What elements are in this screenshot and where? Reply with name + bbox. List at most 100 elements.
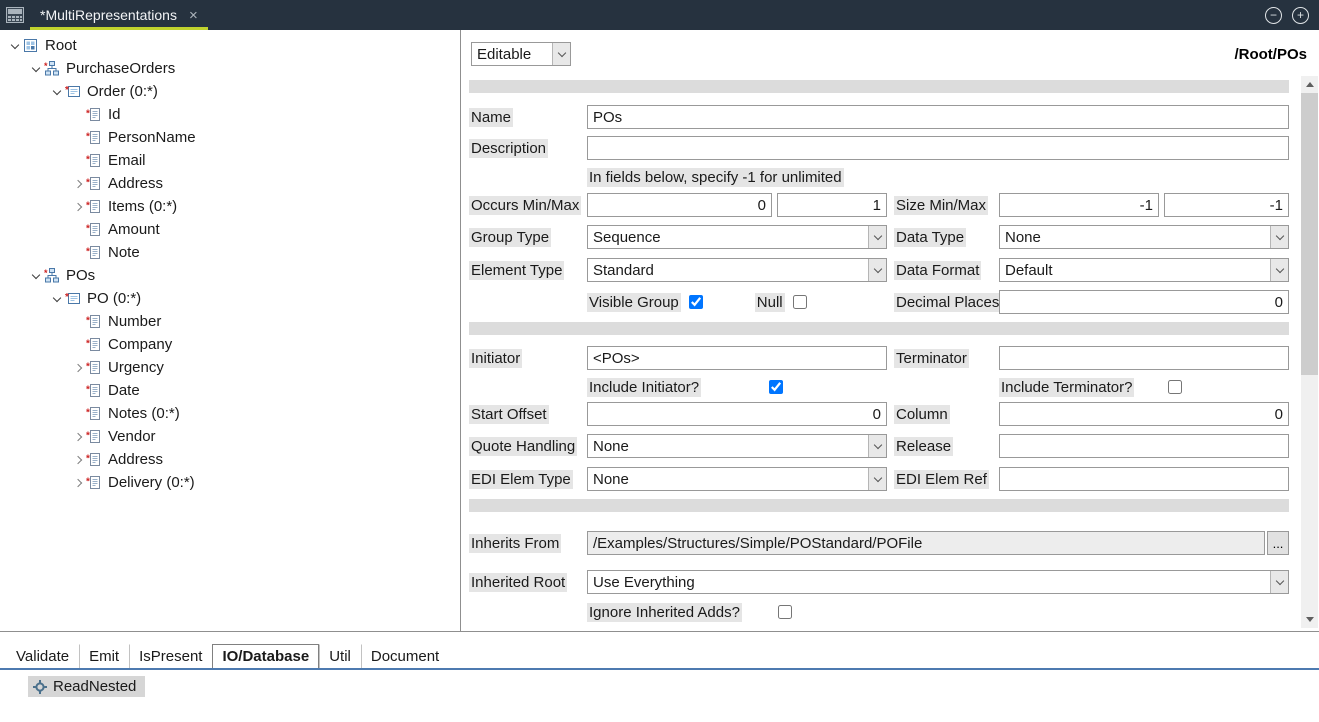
tree-item-number[interactable]: *Number [0,310,460,333]
field-node-icon: * [86,199,103,214]
tab-validate[interactable]: Validate [6,644,79,668]
chevron-down-icon [868,435,886,457]
data-format-select[interactable]: Default [999,258,1289,282]
tree-item-purchaseorders[interactable]: *PurchaseOrders [0,57,460,80]
ignore-inherited-adds-row: Ignore Inherited Adds? [469,603,1289,621]
document-tab-label: *MultiRepresentations [40,7,177,23]
name-input[interactable] [587,105,1289,129]
initiator-input[interactable] [587,346,887,370]
include-terminator-checkbox[interactable] [1168,380,1182,394]
tree-item-pos[interactable]: *POs [0,264,460,287]
tree-item-delivery-0[interactable]: *Delivery (0:*) [0,471,460,494]
edi-elem-type-select[interactable]: None [587,467,887,491]
chevron-right-icon[interactable] [69,199,86,215]
tree-item-personname[interactable]: *PersonName [0,126,460,149]
tree-item-label: Urgency [108,359,164,376]
chevron-down-icon[interactable] [48,84,65,100]
decimal-places-input[interactable] [999,290,1289,314]
element-type-select[interactable]: Standard [587,258,887,282]
element-node-icon: * [65,84,82,99]
chevron-right-icon[interactable] [69,452,86,468]
tree-item-urgency[interactable]: *Urgency [0,356,460,379]
twisty-spacer [69,337,86,353]
column-input[interactable] [999,402,1289,426]
circle-plus-button[interactable]: + [1292,7,1309,24]
tree-item-vendor[interactable]: *Vendor [0,425,460,448]
quote-handling-select[interactable]: None [587,434,887,458]
tree-item-po-0[interactable]: * PO (0:*) [0,287,460,310]
tab-emit[interactable]: Emit [79,644,129,668]
svg-text:*: * [65,292,69,303]
tab-ispresent[interactable]: IsPresent [129,644,212,668]
chevron-down-icon[interactable] [6,38,23,54]
size-min-input[interactable] [999,193,1159,217]
size-label: Size Min/Max [894,196,988,215]
tree-item-notes-0[interactable]: *Notes (0:*) [0,402,460,425]
mode-select[interactable]: Editable [471,42,571,66]
tree-item-email[interactable]: *Email [0,149,460,172]
document-tab[interactable]: *MultiRepresentations × [30,0,208,30]
tree-item-address[interactable]: *Address [0,172,460,195]
twisty-spacer [69,383,86,399]
circle-minus-button[interactable]: − [1265,7,1282,24]
field-node-icon: * [86,452,103,467]
chevron-right-icon[interactable] [69,475,86,491]
chevron-right-icon[interactable] [69,429,86,445]
schema-tree: Root*PurchaseOrders*Order (0:*)*Id*Perso… [0,30,461,631]
size-max-input[interactable] [1164,193,1289,217]
name-label: Name [469,108,513,127]
occurs-max-input[interactable] [777,193,887,217]
tree-item-date[interactable]: *Date [0,379,460,402]
field-node-icon: * [86,406,103,421]
visible-group-checkbox[interactable] [689,295,703,309]
occurs-min-input[interactable] [587,193,772,217]
tab-util[interactable]: Util [319,644,361,668]
release-input[interactable] [999,434,1289,458]
tree-item-amount[interactable]: *Amount [0,218,460,241]
include-initiator-checkbox[interactable] [769,380,783,394]
tree-item-note[interactable]: *Note [0,241,460,264]
scroll-up-button[interactable] [1301,76,1318,93]
chevron-right-icon[interactable] [69,176,86,192]
method-item-readnested[interactable]: ReadNested [28,676,145,697]
tree-item-company[interactable]: *Company [0,333,460,356]
tree-item-address[interactable]: *Address [0,448,460,471]
scroll-down-button[interactable] [1301,611,1318,628]
description-input[interactable] [587,136,1289,160]
tab-document[interactable]: Document [361,644,449,668]
svg-text:*: * [86,408,90,419]
chevron-down-icon[interactable] [27,61,44,77]
field-node-icon: * [86,176,103,191]
tree-item-root[interactable]: Root [0,34,460,57]
null-checkbox[interactable] [793,295,807,309]
occurs-label: Occurs Min/Max [469,196,581,215]
tree-item-label: PO (0:*) [87,290,141,307]
ignore-inherited-adds-checkbox[interactable] [778,605,792,619]
inherits-from-row: Inherits From ... [469,531,1289,555]
svg-text:*: * [86,132,90,143]
inherits-from-input[interactable] [587,531,1265,555]
chevron-right-icon[interactable] [69,360,86,376]
vertical-scrollbar[interactable] [1301,76,1318,628]
edi-elem-ref-input[interactable] [999,467,1289,491]
inherited-root-select[interactable]: Use Everything [587,570,1289,594]
twisty-spacer [69,314,86,330]
terminator-input[interactable] [999,346,1289,370]
chevron-down-icon [868,259,886,281]
start-offset-input[interactable] [587,402,887,426]
chevron-down-icon[interactable] [48,291,65,307]
group-type-select[interactable]: Sequence [587,225,887,249]
release-label: Release [894,437,953,456]
tab-io-database[interactable]: IO/Database [212,644,319,668]
browse-button[interactable]: ... [1267,531,1289,555]
svg-text:*: * [86,477,90,488]
inherited-root-row: Inherited Root Use Everything [469,570,1289,594]
tree-item-id[interactable]: *Id [0,103,460,126]
scroll-thumb[interactable] [1301,93,1318,375]
initiator-label: Initiator [469,349,522,368]
chevron-down-icon[interactable] [27,268,44,284]
data-type-select[interactable]: None [999,225,1289,249]
tree-item-order-0[interactable]: *Order (0:*) [0,80,460,103]
tree-item-items-0[interactable]: *Items (0:*) [0,195,460,218]
close-icon[interactable]: × [189,8,198,23]
